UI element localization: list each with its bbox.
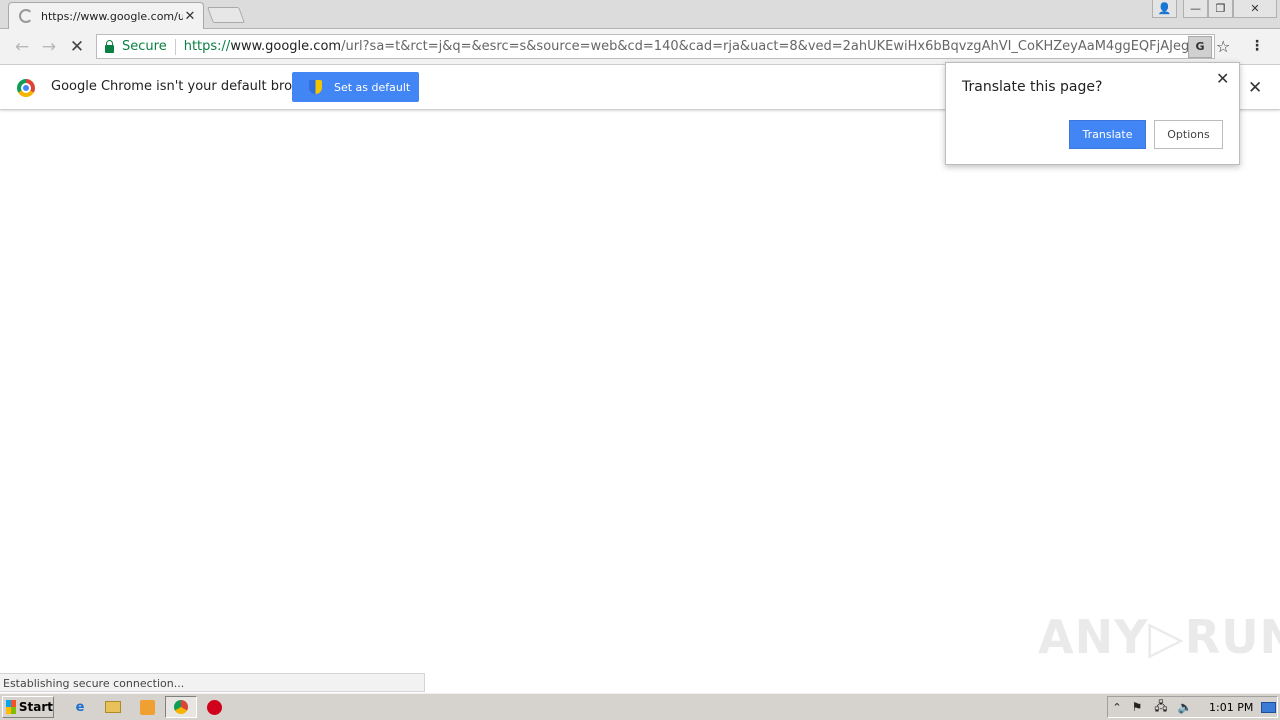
infobar-close-icon[interactable]: ✕ <box>1248 78 1262 98</box>
tab-title: https://www.google.com/ur <box>41 9 183 23</box>
tab-close-icon[interactable]: ✕ <box>183 9 197 24</box>
media-player-icon[interactable] <box>138 698 156 716</box>
tab-google[interactable]: https://www.google.com/ur ✕ <box>8 2 204 29</box>
internet-explorer-icon[interactable]: e <box>71 698 89 716</box>
divider <box>174 38 176 55</box>
new-tab-button[interactable] <box>207 7 245 23</box>
chrome-menu-icon[interactable]: ⋮ <box>1250 38 1264 54</box>
network-icon[interactable]: 🖧 <box>1152 698 1170 716</box>
set-as-default-label: Set as default <box>334 80 411 94</box>
secure-label[interactable]: Secure <box>122 39 167 54</box>
options-button[interactable]: Options <box>1154 120 1223 149</box>
taskbar-clock[interactable]: 1:01 PM <box>1209 701 1253 714</box>
toolbar: ← → ✕ Secure https://www.google.com/url?… <box>0 29 1280 65</box>
opera-icon[interactable] <box>205 698 223 716</box>
bookmark-star-icon[interactable]: ☆ <box>1216 37 1230 56</box>
forward-button[interactable]: → <box>39 37 59 57</box>
url-text[interactable]: https://www.google.com/url?sa=t&rct=j&q=… <box>184 39 1188 54</box>
taskbar: Start e ⌃ ⚑ 🖧 🔈 1:01 PM <box>0 693 1280 720</box>
back-button[interactable]: ← <box>12 37 32 57</box>
translate-icon[interactable]: G <box>1188 35 1212 58</box>
url-scheme: https:// <box>183 39 231 54</box>
start-label: Start <box>18 700 53 714</box>
minimize-button[interactable]: — <box>1183 0 1208 18</box>
windows-logo-icon <box>6 700 16 714</box>
tray-expand-icon[interactable]: ⌃ <box>1108 698 1126 716</box>
tab-strip: https://www.google.com/ur ✕ 👤 — ❐ ✕ <box>0 0 1280 29</box>
translate-button[interactable]: Translate <box>1069 120 1146 149</box>
chrome-logo-icon <box>17 79 35 97</box>
loading-spinner-icon <box>19 9 33 23</box>
uac-shield-icon <box>309 80 322 94</box>
action-center-flag-icon[interactable]: ⚑ <box>1128 698 1146 716</box>
show-desktop-icon[interactable] <box>1259 698 1277 716</box>
infobar-message: Google Chrome isn't your default browser <box>51 79 323 94</box>
anyrun-watermark: ANY▷RUN <box>1038 610 1280 664</box>
translate-bubble: Translate this page? ✕ Translate Options <box>945 62 1240 165</box>
url-host: www.google.com <box>230 39 342 54</box>
user-profile-icon[interactable]: 👤 <box>1152 0 1177 18</box>
lock-icon[interactable] <box>105 39 114 53</box>
volume-icon[interactable]: 🔈 <box>1176 698 1194 716</box>
restore-button[interactable]: ❐ <box>1208 0 1233 18</box>
set-as-default-button[interactable]: Set as default <box>292 72 419 102</box>
stop-loading-button[interactable]: ✕ <box>67 37 87 57</box>
start-button[interactable]: Start <box>2 696 54 718</box>
chrome-taskbar-icon[interactable] <box>172 698 190 716</box>
url-path: /url?sa=t&rct=j&q=&esrc=s&source=web&cd=… <box>341 39 1188 54</box>
window-close-button[interactable]: ✕ <box>1233 0 1277 18</box>
translate-close-icon[interactable]: ✕ <box>1216 69 1229 88</box>
status-bubble: Establishing secure connection... <box>0 673 425 692</box>
translate-question: Translate this page? <box>962 79 1103 95</box>
explorer-folder-icon[interactable] <box>104 698 122 716</box>
address-bar[interactable]: Secure https://www.google.com/url?sa=t&r… <box>96 34 1215 59</box>
